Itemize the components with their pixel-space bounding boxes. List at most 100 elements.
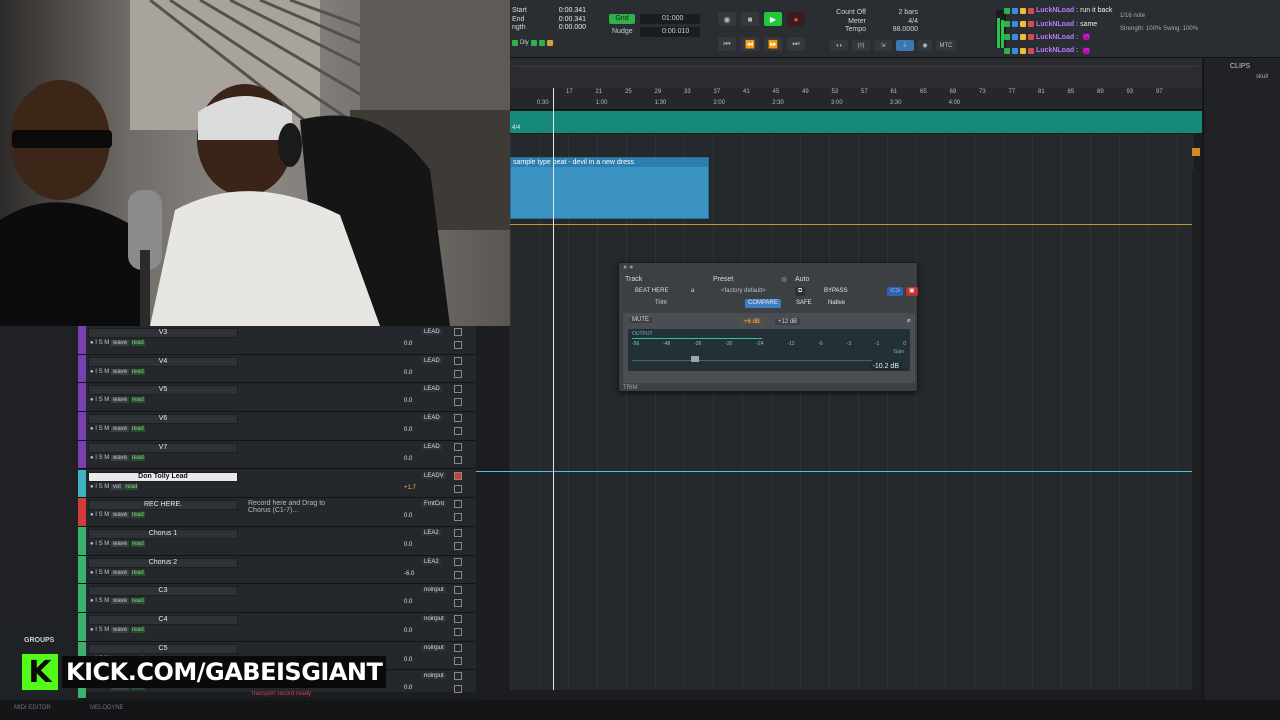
- track-output[interactable]: LEAD: [422, 386, 442, 393]
- track-name[interactable]: Chorus 1: [88, 528, 238, 539]
- chat-username[interactable]: LuckNLoad: [1036, 7, 1074, 14]
- track-name[interactable]: V7: [88, 442, 238, 453]
- track-volume[interactable]: -6.0: [404, 571, 414, 577]
- track-row[interactable]: V6 ● I S M wave read LEAD 0.0: [78, 412, 476, 441]
- track-name[interactable]: REC HERE.: [88, 500, 238, 511]
- track-options-icon[interactable]: [454, 427, 462, 436]
- trim-plugin-window[interactable]: ● ● Track Preset Auto ⚙ BEAT HERE a Trim…: [618, 262, 918, 392]
- track-buttons[interactable]: ● I S M wave read: [90, 368, 145, 375]
- track-volume[interactable]: 0.0: [404, 370, 412, 376]
- nudge-value[interactable]: 0:00.010: [640, 27, 700, 37]
- track-options-icon[interactable]: [454, 570, 462, 579]
- zoom-toggle-icon[interactable]: [1192, 148, 1200, 156]
- gain-12db-button[interactable]: +12 dB: [775, 319, 801, 325]
- track-options-icon[interactable]: [454, 513, 462, 522]
- track-buttons[interactable]: ● I S M wave read: [90, 569, 145, 576]
- online-icon[interactable]: ◉: [718, 12, 736, 26]
- track-volume[interactable]: 0.0: [404, 341, 412, 347]
- track-output[interactable]: LEA2: [422, 529, 441, 536]
- return-to-zero-icon[interactable]: ⏮: [718, 37, 736, 51]
- track-volume[interactable]: 0.0: [404, 398, 412, 404]
- clips-panel-item[interactable]: skull: [1256, 74, 1268, 80]
- link-icon[interactable]: ⊂⊃: [887, 287, 904, 296]
- track-row[interactable]: C3 ● I S M wave read noinput 0.0: [78, 584, 476, 613]
- target-icon[interactable]: ▣: [906, 287, 918, 296]
- record-arm-icon[interactable]: [454, 471, 462, 480]
- auto-button-icon[interactable]: ⧉: [795, 287, 806, 296]
- track-options-icon[interactable]: [454, 341, 462, 349]
- record-arm-icon[interactable]: [454, 586, 462, 595]
- sync-icon[interactable]: [530, 40, 537, 46]
- chat-username[interactable]: LuckNLoad: [1036, 47, 1074, 54]
- preset-select[interactable]: <factory default>: [721, 288, 766, 294]
- track-options-icon[interactable]: [454, 628, 462, 636]
- track-view-controls[interactable]: Dly: [512, 38, 562, 48]
- rewind-icon[interactable]: ⏪: [741, 37, 759, 51]
- track-row[interactable]: Chorus 1 ● I S M wave read LEA2 0.0: [78, 526, 476, 556]
- track-row[interactable]: Don Tolly Lead ● I S M vol read LEADV +1…: [78, 469, 476, 499]
- track-output[interactable]: LEAD: [422, 357, 442, 364]
- track-buttons[interactable]: ● I S M wave read: [90, 540, 145, 547]
- track-buttons[interactable]: ● I S M wave read: [90, 627, 145, 633]
- record-arm-icon[interactable]: [454, 528, 462, 537]
- track-volume[interactable]: 0.0: [404, 685, 412, 691]
- track-row[interactable]: Chorus 2 ● I S M wave read LEA2 -6.0: [78, 555, 476, 585]
- grid-value[interactable]: 01:000: [640, 14, 700, 24]
- mtc-button[interactable]: MTC: [936, 40, 956, 51]
- track-name[interactable]: C4: [88, 615, 238, 625]
- track-options-icon[interactable]: [454, 656, 462, 665]
- track-buttons[interactable]: ● I S M wave read: [90, 397, 145, 404]
- track-name[interactable]: V4: [88, 356, 238, 367]
- track-name[interactable]: V6: [88, 414, 238, 425]
- go-to-end-icon[interactable]: ⏭: [787, 37, 805, 51]
- track-row[interactable]: V7 ● I S M wave read LEAD 0.0: [78, 440, 476, 470]
- wait-for-note-icon[interactable]: ◖◗: [830, 40, 848, 51]
- track-buttons[interactable]: ● I S M wave read: [90, 512, 145, 519]
- midi-merge-icon[interactable]: ⇲: [874, 40, 892, 51]
- link-icon[interactable]: [538, 40, 545, 46]
- stop-button[interactable]: ■: [741, 12, 759, 26]
- track-name[interactable]: C3: [88, 586, 238, 597]
- plugin-track-select[interactable]: BEAT HERE: [635, 288, 668, 294]
- track-name[interactable]: V5: [88, 385, 238, 396]
- record-arm-icon[interactable]: [454, 500, 462, 509]
- track-name[interactable]: V3: [88, 328, 238, 338]
- wave-view-icon[interactable]: [512, 40, 518, 46]
- chat-username[interactable]: LuckNLoad: [1036, 21, 1074, 28]
- vertical-scrollbar[interactable]: [1192, 170, 1200, 690]
- mute-button[interactable]: MUTE: [629, 317, 652, 323]
- track-row[interactable]: V5 ● I S M wave read LEAD 0.0: [78, 383, 476, 413]
- track-output[interactable]: noinput: [422, 644, 446, 651]
- play-button[interactable]: ▶: [764, 12, 782, 26]
- nudge-label[interactable]: Nudge: [612, 28, 633, 35]
- tab-midi-editor[interactable]: MIDI EDITOR: [14, 705, 51, 711]
- phase-icon[interactable]: ⌀: [907, 317, 911, 324]
- count-off-values[interactable]: 2 bars 4/4 88.0000: [888, 9, 918, 35]
- track-buttons[interactable]: ● I S M wave read: [90, 598, 145, 605]
- track-options-icon[interactable]: [454, 599, 462, 608]
- track-output[interactable]: LEAD: [422, 443, 442, 450]
- record-arm-icon[interactable]: [454, 672, 462, 681]
- track-volume[interactable]: 0.0: [404, 427, 412, 433]
- plugin-name[interactable]: Trim: [655, 300, 667, 306]
- settings-icon[interactable]: ⚙: [781, 276, 787, 284]
- track-options-icon[interactable]: [454, 369, 462, 378]
- gain-readout[interactable]: -10.2 dB: [869, 363, 902, 370]
- track-options-icon[interactable]: [454, 455, 462, 464]
- selection-values[interactable]: 0:00.341 0:00.341 0:00.000: [556, 7, 586, 33]
- safe-button[interactable]: SAFE: [793, 299, 815, 308]
- track-buttons[interactable]: ● I S M vol read: [90, 483, 139, 490]
- grid-button[interactable]: Grid: [609, 14, 635, 24]
- track-row[interactable]: V3 ● I S M wave read LEAD 0.0: [78, 326, 476, 355]
- window-close-icon[interactable]: ● ●: [623, 264, 633, 271]
- track-output[interactable]: LEADV: [422, 472, 446, 479]
- record-arm-icon[interactable]: [454, 414, 462, 423]
- track-buttons[interactable]: ● I S M wave read: [90, 340, 145, 346]
- track-row[interactable]: REC HERE. ● I S M wave read Record here …: [78, 498, 476, 527]
- record-arm-icon[interactable]: [454, 643, 462, 652]
- native-button[interactable]: Native: [825, 299, 848, 308]
- record-arm-icon[interactable]: [454, 557, 462, 566]
- track-options-icon[interactable]: [454, 685, 462, 694]
- track-row[interactable]: C4 ● I S M wave read noinput 0.0: [78, 613, 476, 642]
- tab-melodyne[interactable]: MELODYNE: [90, 705, 124, 711]
